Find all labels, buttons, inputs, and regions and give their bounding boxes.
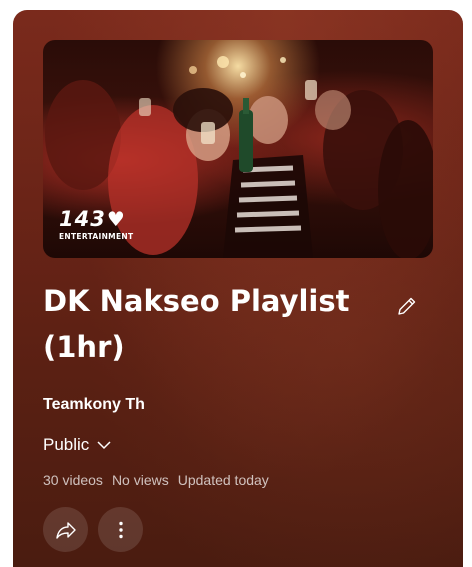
- share-icon: [55, 521, 76, 539]
- privacy-dropdown[interactable]: Public: [43, 435, 113, 455]
- playlist-header-card: 143♥ ENTERTAINMENT DK Nakseo Playlist (1…: [13, 10, 463, 567]
- channel-name[interactable]: Teamkony Th: [43, 396, 145, 414]
- heart-icon: ♥: [106, 207, 126, 231]
- more-vert-icon: [118, 521, 123, 538]
- playlist-title: DK Nakseo Playlist (1hr): [43, 284, 350, 364]
- logo-number: 143: [59, 207, 106, 231]
- updated-date: Updated today: [177, 472, 269, 488]
- edit-title-button[interactable]: [391, 290, 423, 322]
- playlist-thumbnail[interactable]: 143♥ ENTERTAINMENT: [43, 40, 433, 258]
- more-actions-button[interactable]: [98, 507, 143, 552]
- channel-logo: 143♥ ENTERTAINMENT: [59, 208, 133, 241]
- playlist-stats: 30 videos No views Updated today: [43, 472, 269, 488]
- share-button[interactable]: [43, 507, 88, 552]
- logo-subtitle: ENTERTAINMENT: [59, 232, 134, 241]
- chevron-down-icon: [97, 441, 111, 450]
- pencil-icon: [398, 297, 416, 315]
- video-count: 30 videos: [43, 472, 103, 488]
- privacy-value: Public: [43, 435, 90, 454]
- view-count: No views: [111, 472, 169, 488]
